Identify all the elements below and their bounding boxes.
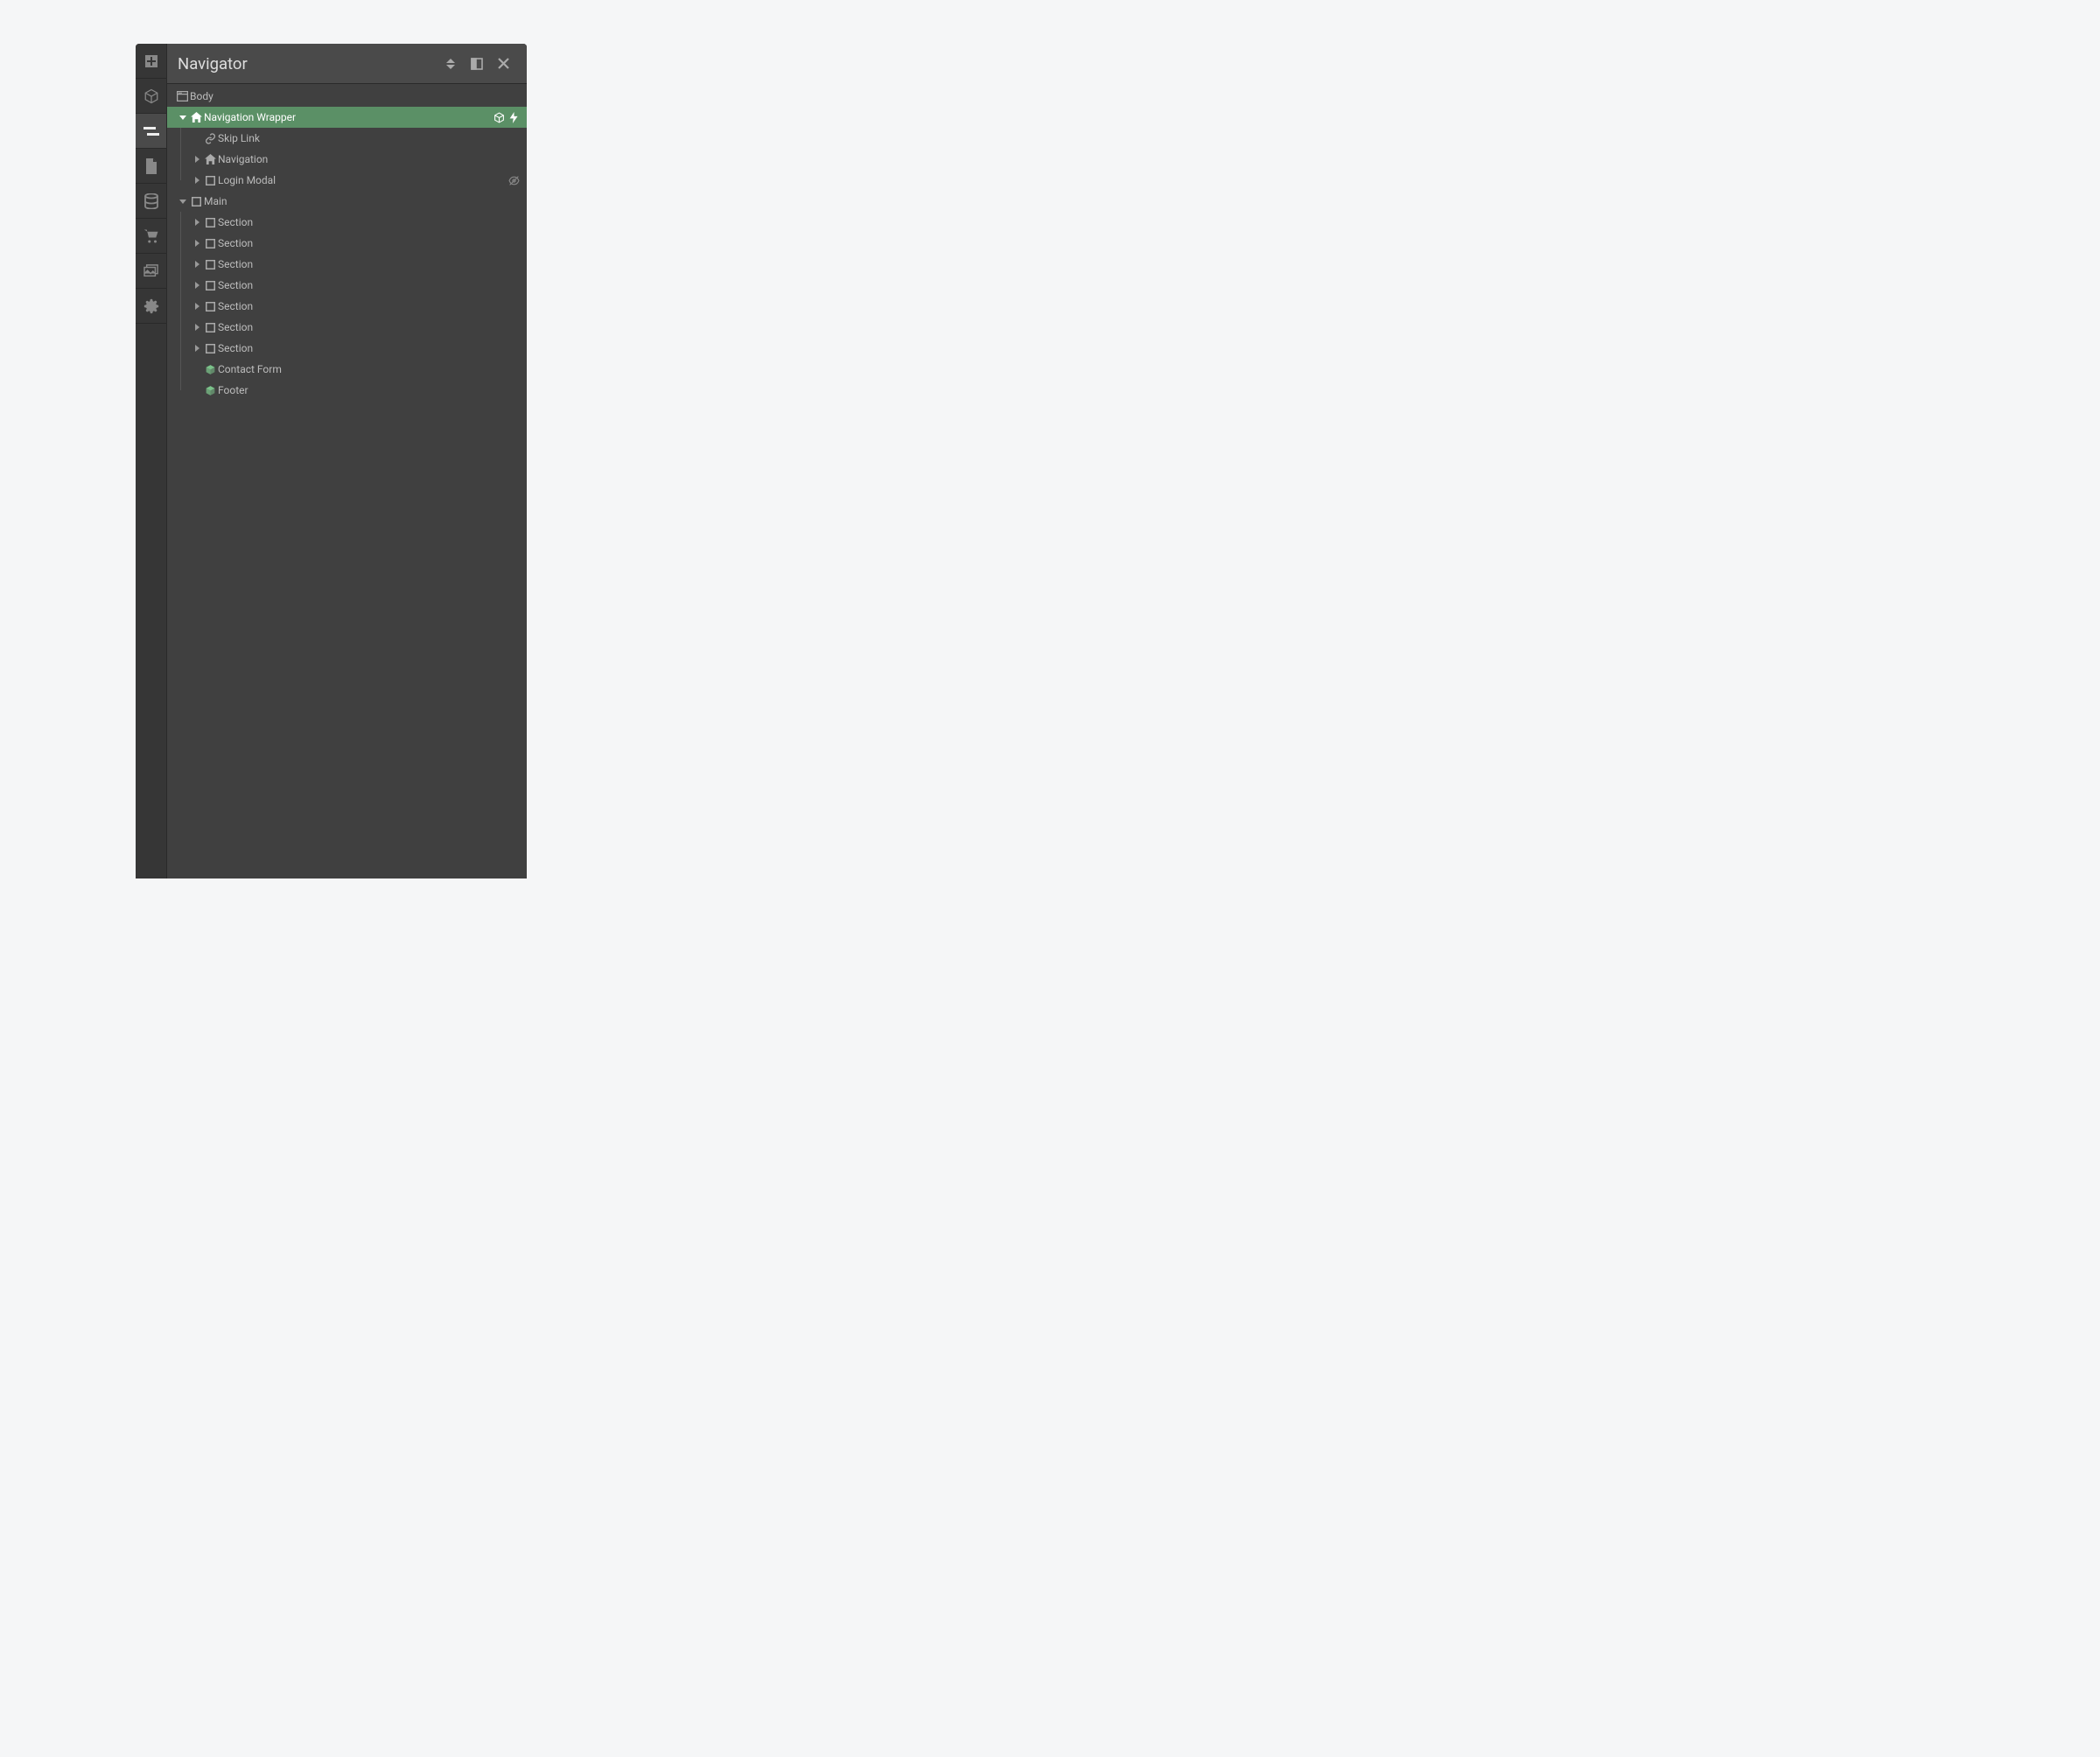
component-icon [494,112,505,123]
tree-row-main[interactable]: Main [167,191,527,212]
navigator-header: Navigator [167,44,527,84]
tree-label: Section [218,342,520,354]
div-icon [202,260,218,270]
tree-row-section[interactable]: Section [167,338,527,359]
body-icon [174,91,190,102]
tree-label: Section [218,237,520,249]
row-trailing-icons [508,175,520,186]
tree-label: Navigation Wrapper [204,111,494,123]
div-icon [202,302,218,312]
tree-label: Login Modal [218,174,508,186]
close-panel-button[interactable] [490,51,516,77]
expand-arrow-icon[interactable] [192,177,202,184]
tree-label: Body [190,90,520,102]
hidden-icon[interactable] [508,175,520,186]
pages-button[interactable] [136,149,166,184]
tree-row-nav-wrapper[interactable]: Navigation Wrapper [167,107,527,128]
expand-arrow-icon[interactable] [192,156,202,163]
tree-label: Skip Link [218,132,520,144]
left-sidebar [136,44,166,878]
div-icon [202,344,218,354]
div-icon [202,218,218,228]
expand-arrow-icon[interactable] [192,345,202,352]
div-icon [202,239,218,248]
tree-label: Section [218,258,520,270]
tree-label: Navigation [218,153,520,165]
interaction-icon [508,112,520,123]
tree-label: Contact Form [218,363,520,375]
div-icon [188,197,204,206]
tree-row-section[interactable]: Section [167,275,527,296]
tree-label: Main [204,195,520,207]
tree-row-section[interactable]: Section [167,317,527,338]
link-icon [202,133,218,144]
tree-row-login-modal[interactable]: Login Modal [167,170,527,191]
expand-arrow-icon[interactable] [192,240,202,247]
tree-row-navigation[interactable]: Navigation [167,149,527,170]
tree-row-footer[interactable]: Footer [167,380,527,401]
home-icon [202,154,218,164]
expand-arrow-icon[interactable] [192,282,202,289]
div-icon [202,281,218,290]
element-tree: Body Navigation Wrapper [167,84,527,878]
tree-label: Section [218,279,520,291]
navigator-main: Navigator Body [166,44,527,878]
expand-arrow-icon[interactable] [178,198,188,205]
expand-arrow-icon[interactable] [192,303,202,310]
settings-button[interactable] [136,289,166,324]
tree-row-section[interactable]: Section [167,233,527,254]
cms-button[interactable] [136,184,166,219]
expand-arrow-icon[interactable] [192,324,202,331]
symbols-button[interactable] [136,79,166,114]
tree-row-contact-form[interactable]: Contact Form [167,359,527,380]
ecommerce-button[interactable] [136,219,166,254]
component-icon [202,364,218,375]
pin-panel-button[interactable] [464,51,490,77]
expand-arrow-icon[interactable] [178,114,188,121]
row-trailing-icons [494,112,520,123]
expand-arrow-icon[interactable] [192,261,202,268]
collapse-all-button[interactable] [438,51,464,77]
div-icon [202,323,218,332]
tree-label: Footer [218,384,520,396]
tree-row-section[interactable]: Section [167,254,527,275]
expand-arrow-icon[interactable] [192,219,202,226]
navigator-panel: Navigator Body [136,44,527,878]
panel-title: Navigator [178,54,438,74]
add-element-button[interactable] [136,44,166,79]
home-icon [188,112,204,122]
div-icon [202,176,218,186]
assets-button[interactable] [136,254,166,289]
tree-label: Section [218,300,520,312]
tree-row-body[interactable]: Body [167,86,527,107]
tree-row-section[interactable]: Section [167,212,527,233]
tree-row-skip-link[interactable]: Skip Link [167,128,527,149]
tree-label: Section [218,216,520,228]
tree-label: Section [218,321,520,333]
component-icon [202,385,218,396]
navigator-tab[interactable] [136,114,166,149]
tree-row-section[interactable]: Section [167,296,527,317]
